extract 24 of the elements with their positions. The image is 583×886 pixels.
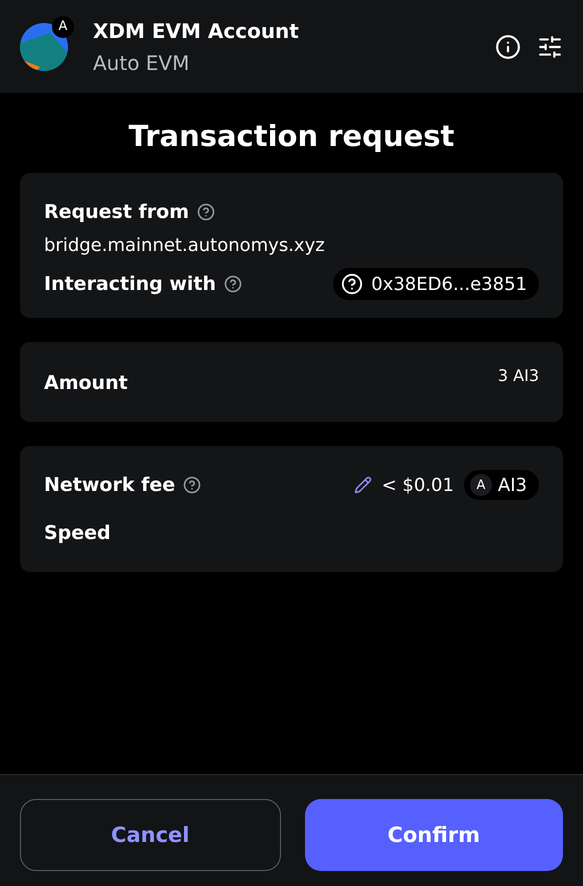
amount-value: 3 AI3	[498, 366, 539, 385]
cancel-button[interactable]: Cancel	[20, 799, 280, 871]
info-icon[interactable]	[495, 34, 521, 60]
fee-value: < $0.01	[382, 474, 454, 496]
field-label: Speed	[44, 522, 112, 544]
contract-address[interactable]: 0x38ED6...e3851	[333, 268, 539, 300]
token-chip: A AI3	[464, 470, 539, 500]
help-icon[interactable]	[197, 203, 216, 221]
avatar-icon	[20, 22, 68, 70]
confirm-button[interactable]: Confirm	[304, 799, 563, 871]
account-name: XDM EVM Account	[93, 18, 300, 42]
help-icon[interactable]	[224, 275, 242, 293]
help-icon[interactable]	[183, 476, 202, 494]
field-label: Interacting with	[44, 273, 216, 295]
field-label: Network fee	[44, 474, 176, 496]
account-badge: A	[52, 16, 74, 38]
page-title: Transaction request	[128, 118, 456, 155]
help-icon	[341, 273, 364, 295]
settings-icon[interactable]	[537, 34, 563, 60]
network-name: Auto EVM	[93, 50, 190, 74]
edit-icon[interactable]	[354, 476, 372, 494]
origin-url: bridge.mainnet.autonomys.xyz	[44, 235, 326, 256]
field-label: Amount	[44, 372, 128, 394]
field-label: Request from	[44, 201, 190, 223]
